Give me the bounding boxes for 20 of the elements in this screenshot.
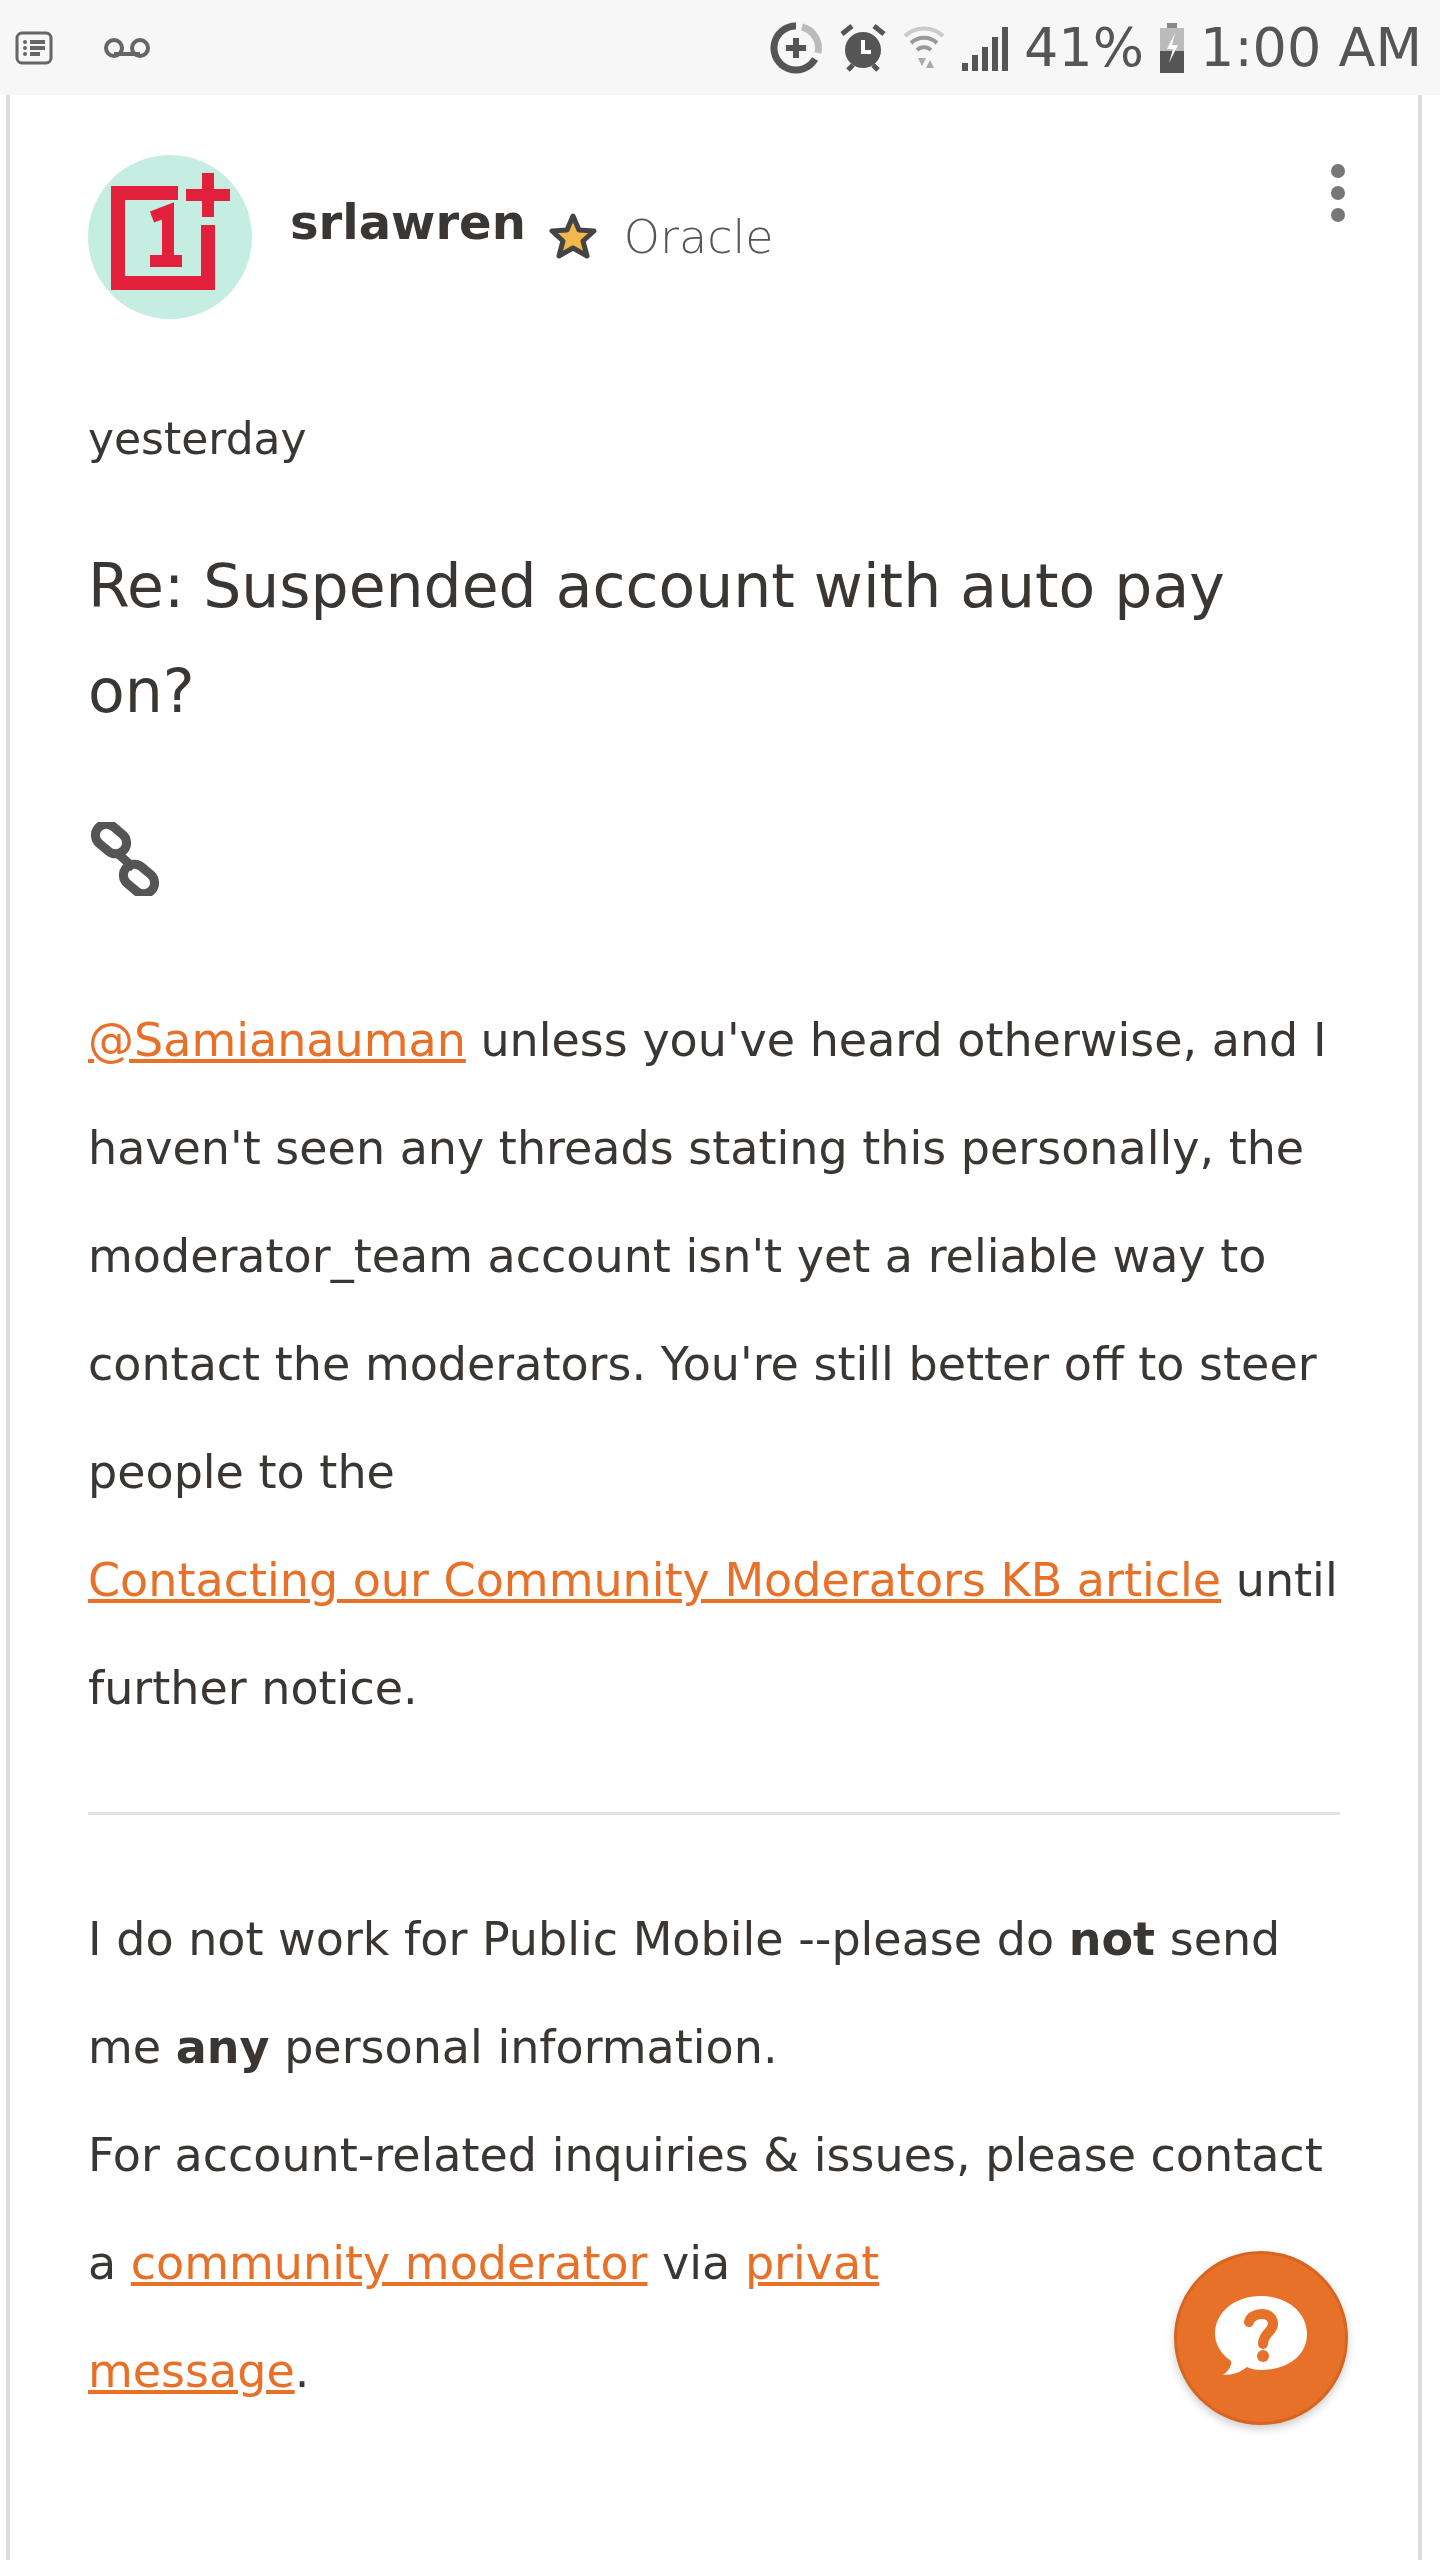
link-icon[interactable] <box>88 822 162 896</box>
signature-link[interactable]: community moderator <box>130 2236 648 2290</box>
post-title: Re: Suspended account with auto pay on? <box>88 550 1226 728</box>
post-body: @Samianauman unless you've heard otherwise, and I haven't seen any threads stating this personally, the moderator_team account isn't yet a reliable way to contact the moderators. You're still better off to steer people to the Contacting our Community Moderators KB article until further notice. <box>88 1012 1339 1717</box>
battery-percent: 41% <box>1024 16 1145 79</box>
signature-link[interactable]: privat <box>744 2236 880 2290</box>
post-link[interactable]: @Samianauman <box>88 1013 466 1067</box>
signature-text: I do not work for Public Mobile --please do not send me any personal information. <box>88 1911 1282 2076</box>
avatar-icon <box>88 155 252 319</box>
user-rank: Oracle <box>623 210 774 264</box>
post-link[interactable]: Contacting our Community Moderators KB article <box>88 1553 1222 1607</box>
post-date: yesterday <box>88 413 308 464</box>
clock-time: 1:00 AM <box>1200 16 1422 79</box>
alarm-icon <box>838 21 888 74</box>
voicemail-icon <box>102 35 152 60</box>
star-icon <box>547 212 598 262</box>
battery-icon <box>1158 22 1187 73</box>
signature-link[interactable]: message <box>88 2344 295 2398</box>
author-name[interactable]: srlawren <box>290 194 526 250</box>
more-options-icon[interactable] <box>1328 163 1348 223</box>
